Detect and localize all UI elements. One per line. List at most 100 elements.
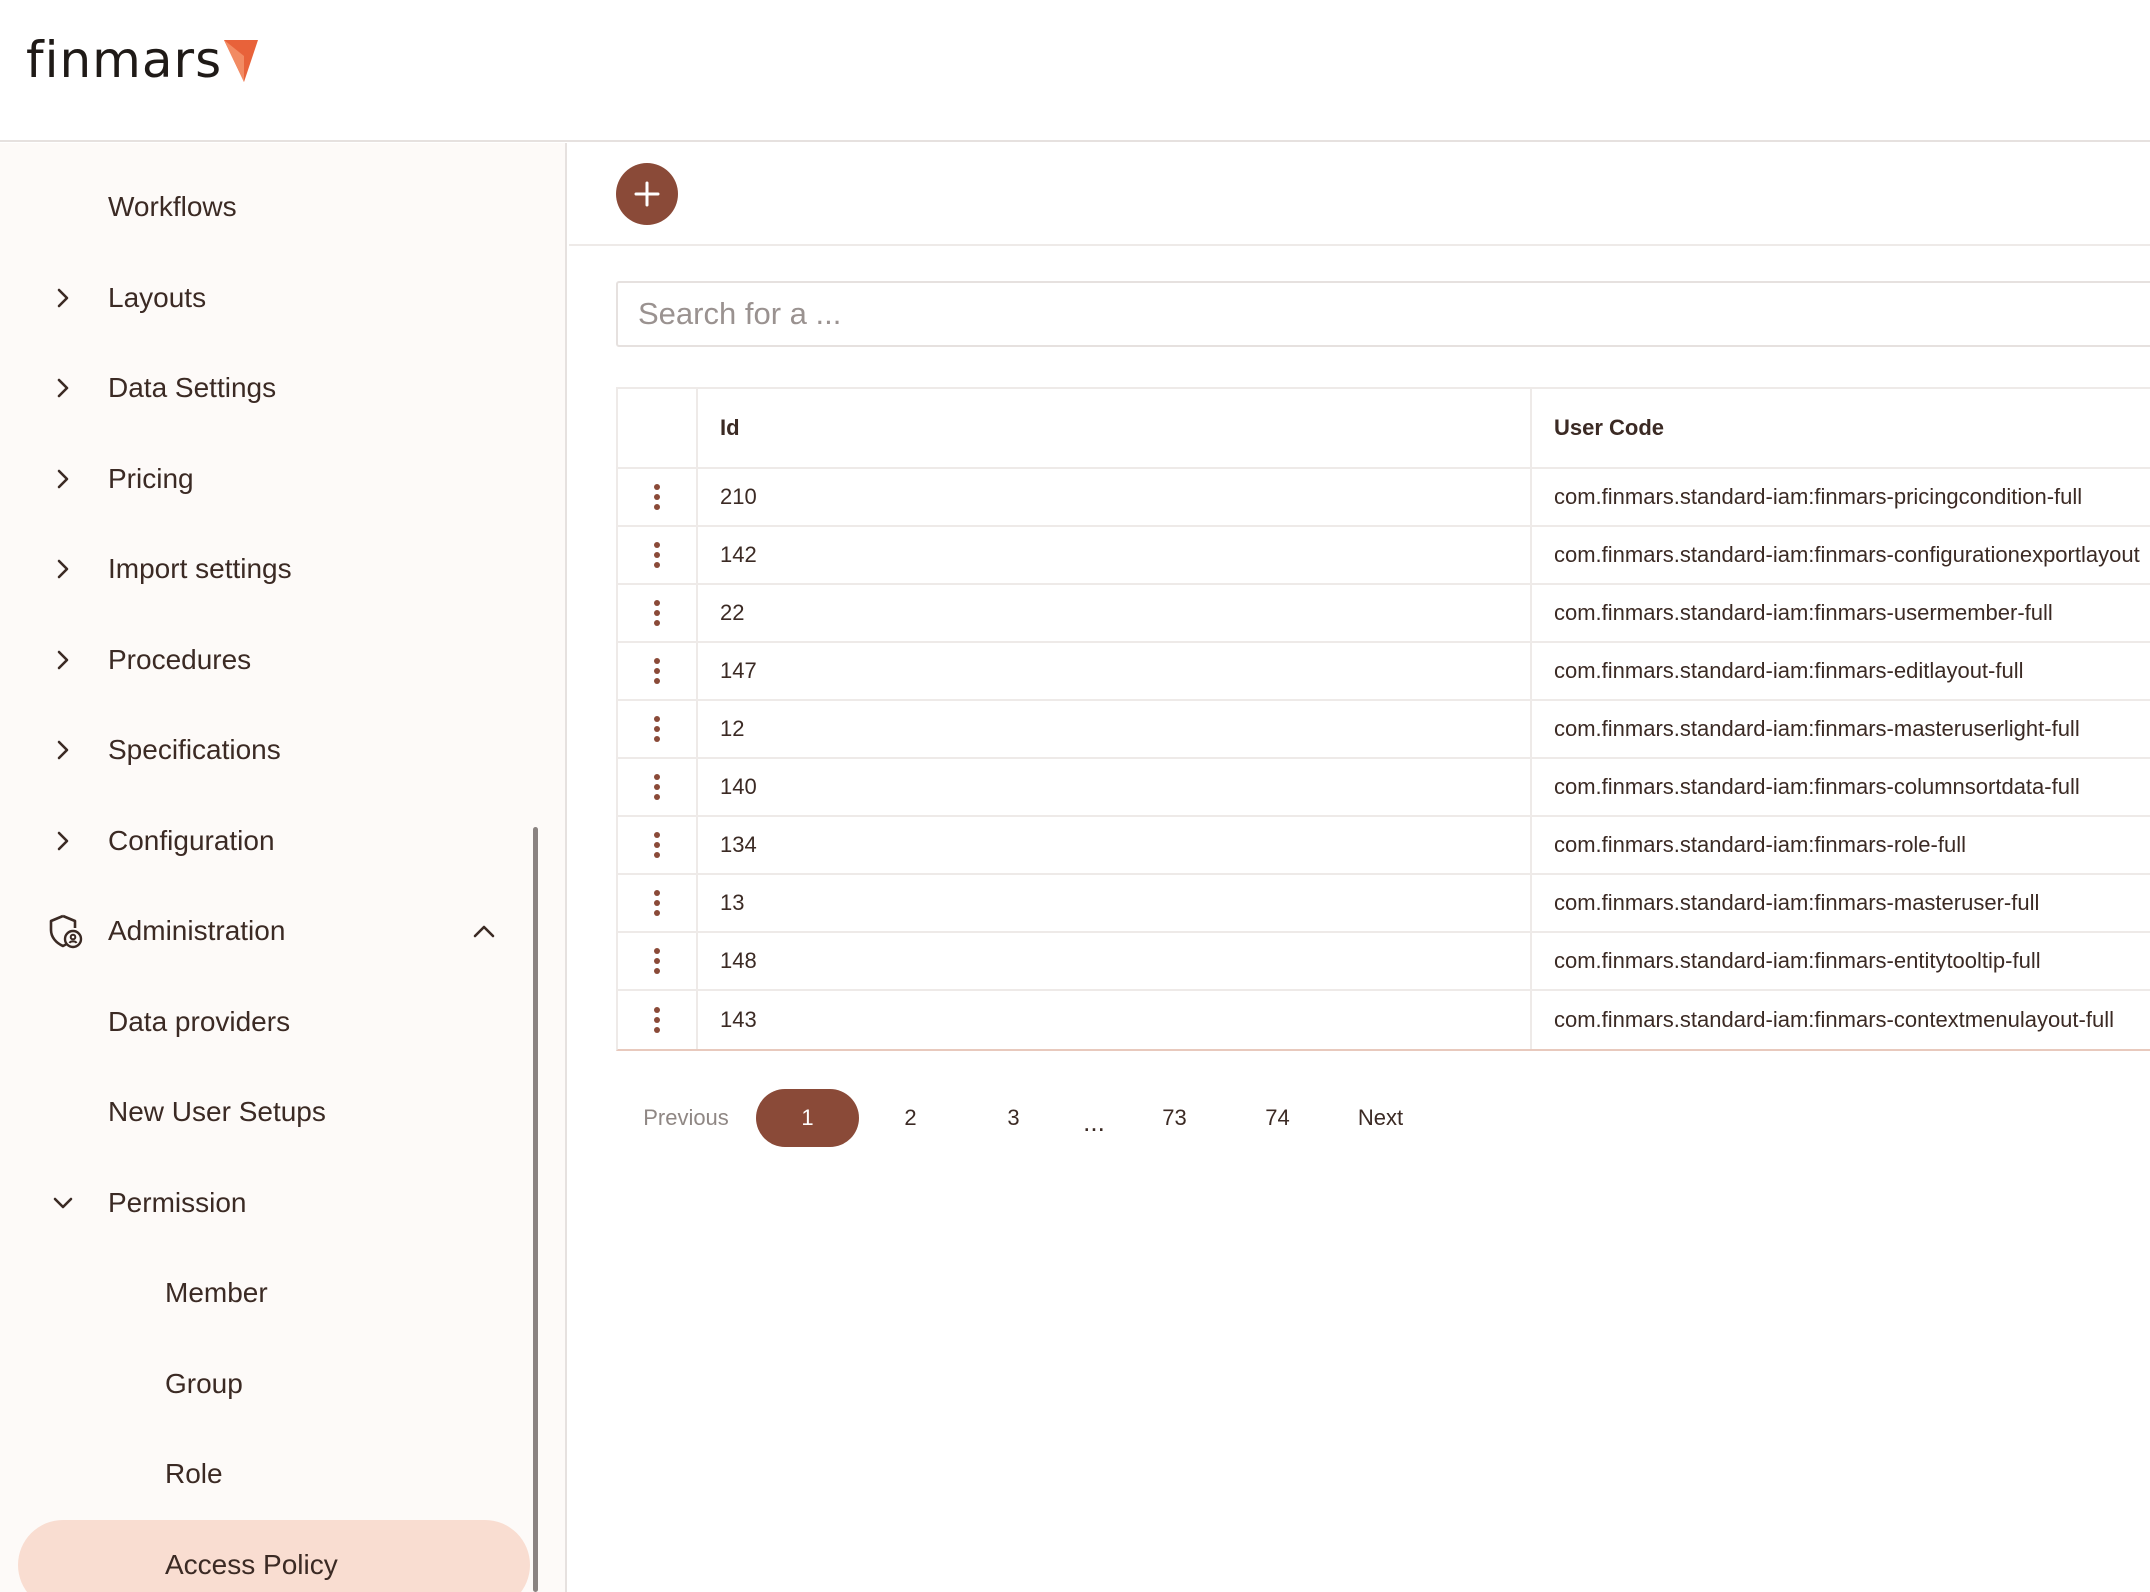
row-menu-button[interactable]	[618, 759, 698, 815]
row-menu-button[interactable]	[618, 527, 698, 583]
table-row[interactable]: 140 com.finmars.standard-iam:finmars-colu…	[618, 759, 2150, 817]
main-content: Id User Code 210 com.finmars.standard-iam…	[569, 143, 2150, 1592]
table-row[interactable]: 143 com.finmars.standard-iam:finmars-cont…	[618, 991, 2150, 1049]
cell-user-code: com.finmars.standard-iam:finmars-editlay…	[1554, 658, 2024, 683]
more-vertical-icon	[654, 716, 660, 742]
pagination: Previous 1 2 3... 73 74 Next	[616, 1088, 1432, 1148]
sidebar-item-group[interactable]: Group	[0, 1345, 530, 1423]
sidebar-item-label: Data Settings	[108, 372, 277, 403]
row-menu-button[interactable]	[618, 469, 698, 525]
more-vertical-icon	[654, 774, 660, 800]
sidebar-item-label: Specifications	[108, 734, 281, 765]
finmars-logo[interactable]: finmars	[26, 30, 259, 90]
pagination-ellipsis: ...	[1083, 1106, 1105, 1137]
pagination-page-74[interactable]: 74	[1226, 1089, 1329, 1147]
pagination-page-1[interactable]: 1	[756, 1089, 859, 1147]
sidebar-item-label: Group	[165, 1368, 243, 1399]
row-menu-button[interactable]	[618, 643, 698, 699]
row-menu-button[interactable]	[618, 875, 698, 931]
cell-id: 147	[698, 643, 1532, 699]
sidebar-item-configuration[interactable]: Configuration	[0, 802, 530, 880]
cell-id: 140	[698, 759, 1532, 815]
table-row[interactable]: 210 com.finmars.standard-iam:finmars-pric…	[618, 469, 2150, 527]
plus-icon	[634, 181, 660, 207]
sidebar-scrollbar[interactable]	[533, 827, 538, 1592]
cell-user-code: com.finmars.standard-iam:finmars-usermem…	[1554, 600, 2053, 625]
sidebar-item-permission[interactable]: Permission	[0, 1164, 530, 1242]
pagination-page-3[interactable]: 3	[962, 1089, 1065, 1147]
row-menu-button[interactable]	[618, 701, 698, 757]
cell-user-code: com.finmars.standard-iam:finmars-entityt…	[1554, 948, 2041, 973]
cell-user-code: com.finmars.standard-iam:finmars-masteru…	[1554, 890, 2040, 915]
pagination-page-73[interactable]: 73	[1123, 1089, 1226, 1147]
sidebar-item-data-providers[interactable]: Data providers	[0, 983, 530, 1061]
row-menu-button[interactable]	[618, 991, 698, 1049]
logo-mark-icon	[224, 40, 259, 82]
sidebar-item-new-user-setups[interactable]: New User Setups	[0, 1073, 530, 1151]
sidebar-item-procedures[interactable]: Procedures	[0, 621, 530, 699]
cell-id: 148	[698, 933, 1532, 989]
sidebar-item-administration[interactable]: Administration	[0, 892, 530, 970]
toolbar	[569, 143, 2150, 246]
more-vertical-icon	[654, 890, 660, 916]
table-row[interactable]: 148 com.finmars.standard-iam:finmars-enti…	[618, 933, 2150, 991]
pagination-next[interactable]: Next	[1329, 1089, 1432, 1147]
column-header-id[interactable]: Id	[698, 389, 1532, 467]
sidebar-item-label: Data providers	[108, 1006, 291, 1037]
app-header: finmars	[0, 0, 2150, 142]
logo-text: finmars	[26, 31, 223, 89]
sidebar-item-label: Pricing	[108, 463, 194, 494]
access-policy-table: Id User Code 210 com.finmars.standard-iam…	[616, 387, 2150, 1051]
add-button[interactable]	[616, 163, 678, 225]
cell-user-code: com.finmars.standard-iam:finmars-masteru…	[1554, 716, 2080, 741]
header-menu-cell	[618, 389, 698, 467]
search-box	[616, 281, 2150, 347]
cell-id: 142	[698, 527, 1532, 583]
sidebar-item-access-policy[interactable]: Access Policy	[18, 1520, 530, 1592]
chevron-right-icon	[57, 831, 69, 851]
sidebar-item-label: Procedures	[108, 644, 252, 675]
shield-user-icon	[49, 914, 83, 949]
row-menu-button[interactable]	[618, 933, 698, 989]
sidebar-item-workflows[interactable]: Workflows	[0, 168, 530, 246]
sidebar-item-layouts[interactable]: Layouts	[0, 259, 530, 337]
table-header-row: Id User Code	[618, 389, 2150, 469]
sidebar-item-label: New User Setups	[108, 1096, 326, 1127]
cell-user-code: com.finmars.standard-iam:finmars-role-fu…	[1554, 832, 1966, 857]
table-row[interactable]: 13 com.finmars.standard-iam:finmars-maste…	[618, 875, 2150, 933]
more-vertical-icon	[654, 658, 660, 684]
chevron-down-icon	[53, 1197, 73, 1209]
sidebar-item-member[interactable]: Member	[0, 1254, 530, 1332]
sidebar-item-label: Workflows	[108, 191, 237, 222]
more-vertical-icon	[654, 484, 660, 510]
more-vertical-icon	[654, 542, 660, 568]
row-menu-button[interactable]	[618, 817, 698, 873]
sidebar-item-data-settings[interactable]: Data Settings	[0, 349, 530, 427]
table-row[interactable]: 142 com.finmars.standard-iam:finmars-conf…	[618, 527, 2150, 585]
cell-id: 210	[698, 469, 1532, 525]
sidebar-item-label: Permission	[108, 1187, 247, 1218]
table-row[interactable]: 12 com.finmars.standard-iam:finmars-maste…	[618, 701, 2150, 759]
table-row[interactable]: 134 com.finmars.standard-iam:finmars-role…	[618, 817, 2150, 875]
sidebar-item-label: Member	[165, 1277, 268, 1308]
cell-user-code: com.finmars.standard-iam:finmars-columns…	[1554, 774, 2080, 799]
pagination-previous[interactable]: Previous	[616, 1089, 756, 1147]
sidebar-item-label: Configuration	[108, 825, 275, 856]
cell-user-code: com.finmars.standard-iam:finmars-pricing…	[1554, 484, 2083, 509]
sidebar-item-specifications[interactable]: Specifications	[0, 711, 530, 789]
chevron-right-icon	[57, 559, 69, 579]
sidebar-item-role[interactable]: Role	[0, 1435, 530, 1513]
cell-user-code: com.finmars.standard-iam:finmars-configu…	[1554, 542, 2140, 567]
cell-id: 13	[698, 875, 1532, 931]
chevron-up-icon[interactable]	[470, 918, 498, 946]
table-row[interactable]: 147 com.finmars.standard-iam:finmars-edit…	[618, 643, 2150, 701]
sidebar-item-pricing[interactable]: Pricing	[0, 440, 530, 518]
pagination-page-2[interactable]: 2	[859, 1089, 962, 1147]
cell-id: 22	[698, 585, 1532, 641]
table-row[interactable]: 22 com.finmars.standard-iam:finmars-userm…	[618, 585, 2150, 643]
sidebar-item-import-settings[interactable]: Import settings	[0, 530, 530, 608]
column-header-user-code[interactable]: User Code	[1532, 389, 2150, 467]
sidebar: Workflows Layouts Data Settings Pricing Impo…	[0, 143, 567, 1592]
row-menu-button[interactable]	[618, 585, 698, 641]
search-input[interactable]	[618, 283, 2150, 345]
